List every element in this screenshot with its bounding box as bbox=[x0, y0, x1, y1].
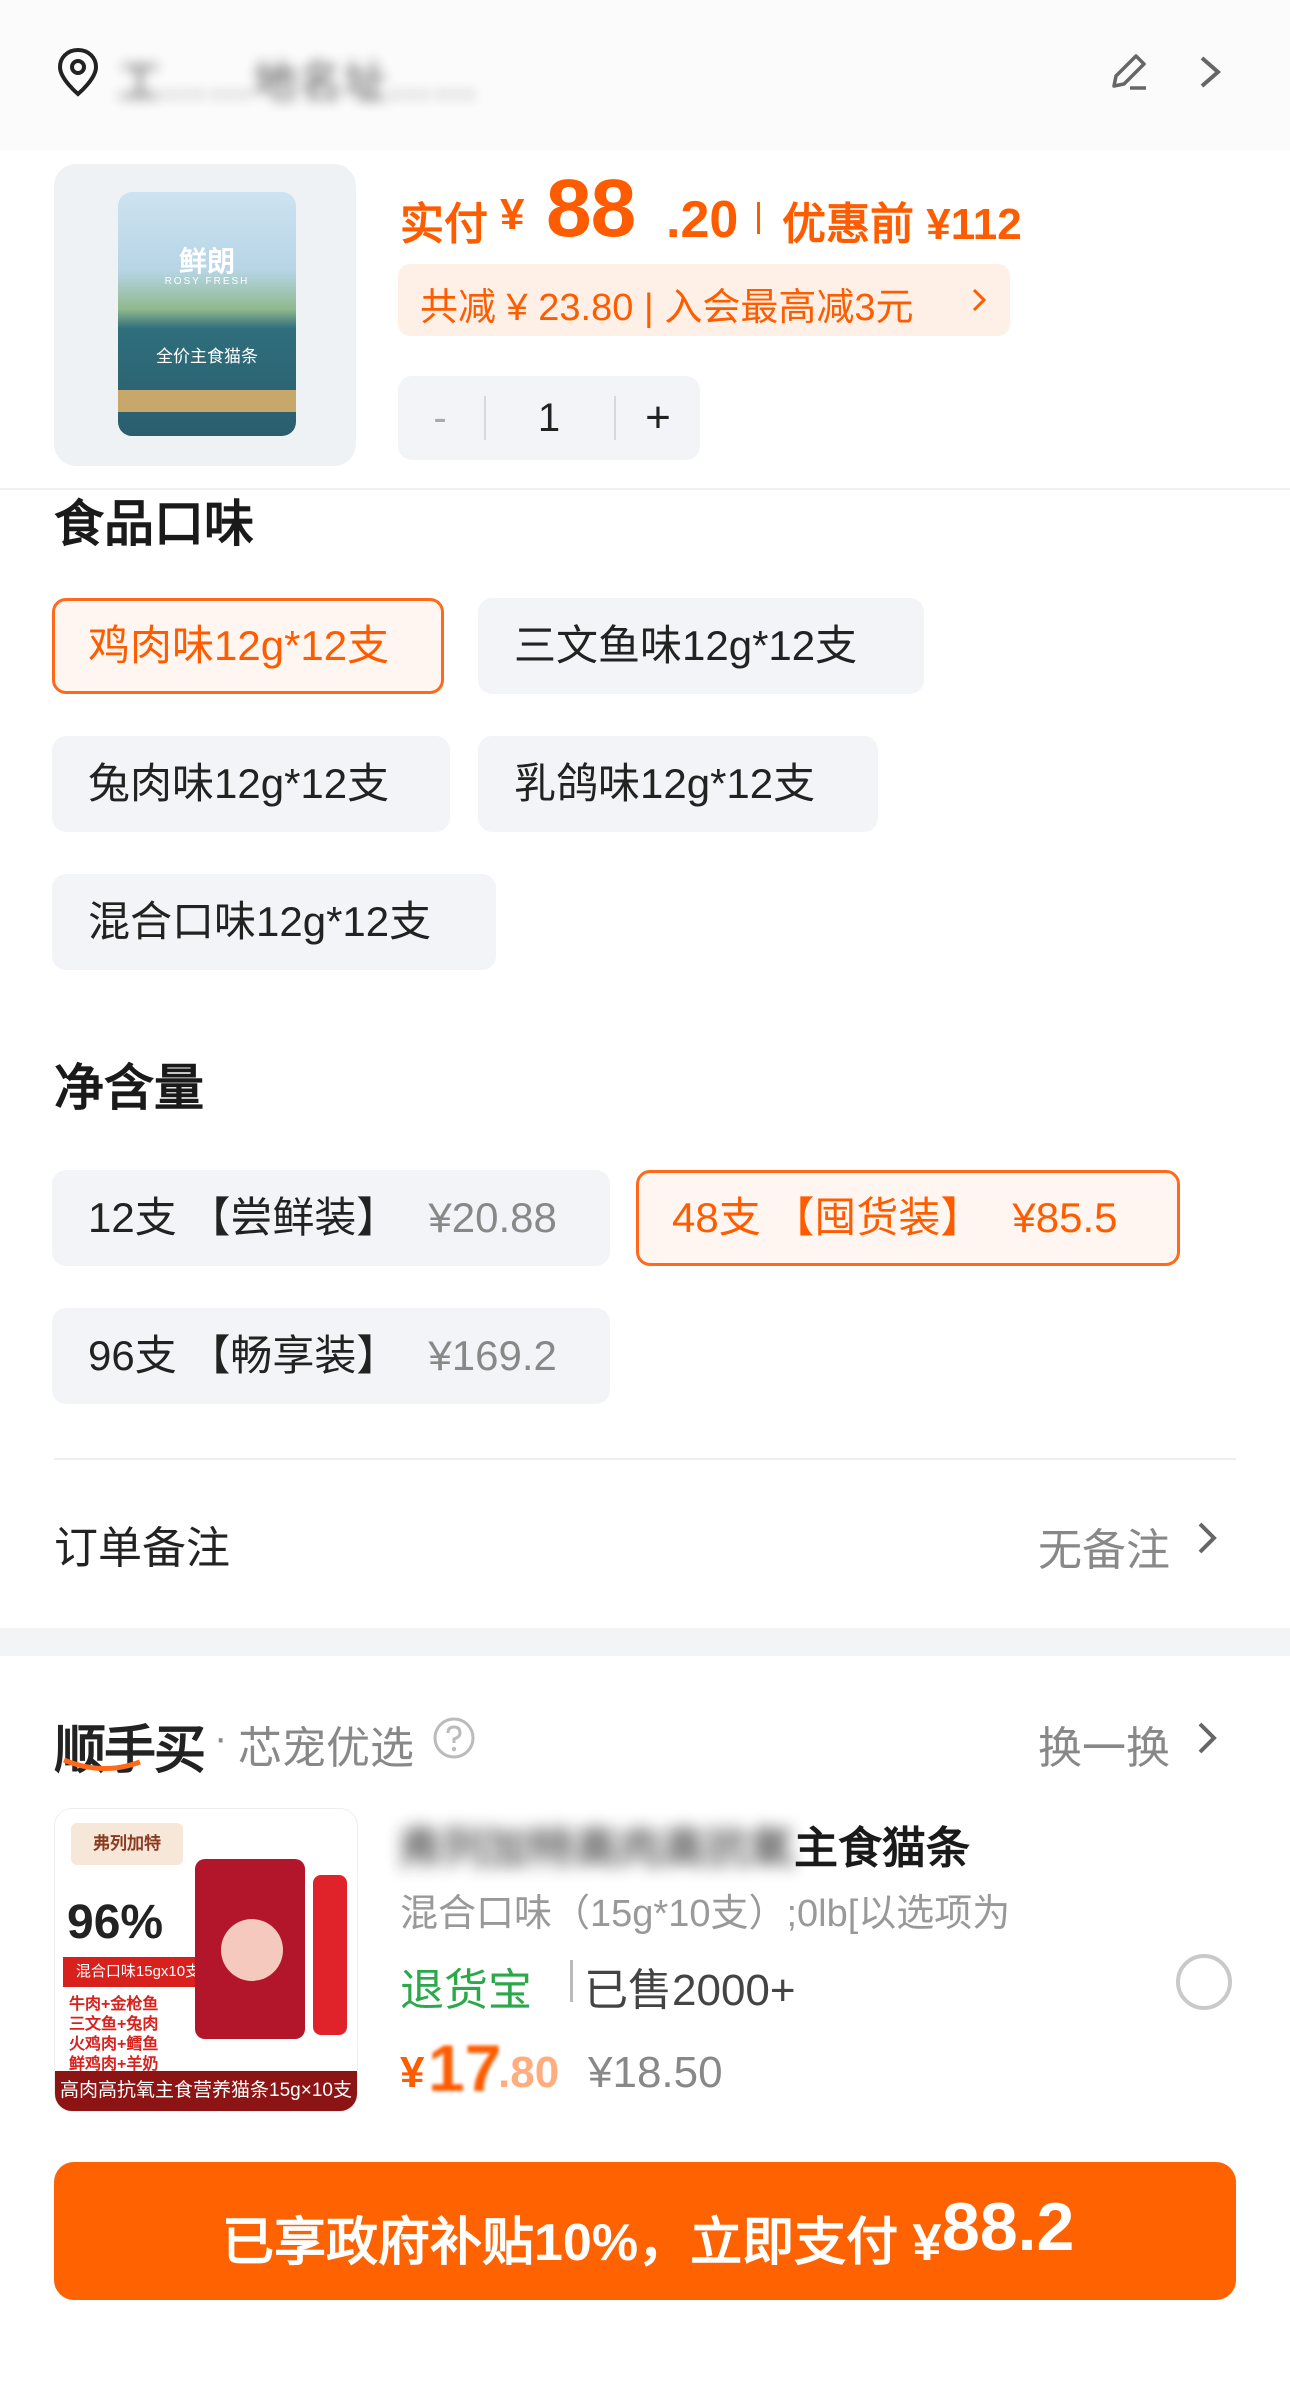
section-gap bbox=[0, 1628, 1290, 1656]
package-stripe bbox=[118, 390, 296, 412]
net-content-title: 净含量 bbox=[54, 1060, 204, 1116]
location-pin-icon bbox=[57, 47, 99, 97]
select-radio[interactable] bbox=[1176, 1954, 1232, 2010]
separator bbox=[570, 1960, 573, 2002]
return-guarantee-badge: 退货宝 bbox=[400, 1966, 532, 2015]
chevron-right-icon bbox=[972, 288, 987, 312]
product-package: 鲜朗 ROSY FRESH 全价主食猫条 bbox=[118, 192, 296, 436]
sold-count: 已售2000+ bbox=[584, 1966, 796, 2015]
net-option-label: 96支 【畅享装】 bbox=[88, 1332, 399, 1379]
price-label: 实付 bbox=[400, 200, 488, 249]
divider bbox=[54, 1458, 1236, 1460]
thumb-ingredient: 三文鱼+兔肉 bbox=[69, 2016, 159, 2033]
decrement-button[interactable]: - bbox=[398, 376, 482, 460]
stepper-divider bbox=[484, 396, 486, 440]
discount-text: 共减 ¥ 23.80 | 入会最高减3元 bbox=[420, 287, 914, 329]
net-option[interactable]: 96支 【畅享装】 ¥169.2 bbox=[52, 1308, 610, 1404]
recommend-price-original: ¥18.50 bbox=[588, 2048, 723, 2097]
increment-button[interactable]: + bbox=[616, 376, 700, 460]
recommend-title-visible: 主食猫条 bbox=[794, 1824, 970, 1873]
net-option-label: 48支 【囤货装】 bbox=[672, 1194, 983, 1241]
price-currency: ¥ bbox=[500, 190, 525, 239]
price-before-discount: 优惠前 ¥112 bbox=[782, 200, 1022, 249]
thumb-ingredients: 牛肉+金枪鱼 三文鱼+兔肉 火鸡肉+鳕鱼 鲜鸡肉+羊奶 bbox=[69, 1995, 158, 2075]
recommend-spec: 混合口味（15g*10支）;0lb[以选项为 bbox=[400, 1893, 1011, 1935]
chevron-right-icon[interactable] bbox=[1192, 52, 1228, 92]
net-option[interactable]: 12支 【尝鲜装】 ¥20.88 bbox=[52, 1170, 610, 1266]
net-option-price: ¥85.5 bbox=[1012, 1194, 1118, 1241]
package-brand-sub: ROSY FRESH bbox=[164, 276, 250, 287]
price-decimal: .20 bbox=[666, 191, 739, 249]
recommend-price-integer: 17 bbox=[428, 2031, 502, 2105]
thumb-ingredient: 牛肉+金枪鱼 bbox=[69, 1996, 159, 2013]
recommend-title-blurred: 弗列加特高肉高抗氧 bbox=[398, 1824, 794, 1873]
edit-icon[interactable] bbox=[1104, 48, 1152, 96]
price-separator bbox=[757, 202, 760, 234]
flavor-option[interactable]: 鸡肉味12g*12支 bbox=[52, 598, 444, 694]
recommend-price-currency: ¥ bbox=[400, 2048, 425, 2097]
package-band: 全价主食猫条 bbox=[156, 347, 258, 366]
recommend-price-decimal: .80 bbox=[498, 2048, 560, 2097]
quantity-value[interactable]: 1 bbox=[488, 376, 610, 460]
product-image: 鲜朗 ROSY FRESH 全价主食猫条 bbox=[54, 164, 356, 466]
thumb-ingredient: 火鸡肉+鳕鱼 bbox=[69, 2036, 159, 2053]
thumb-flavor-band: 混合口味15gx10支 bbox=[63, 1957, 213, 1987]
flavor-option[interactable]: 兔肉味12g*12支 bbox=[52, 736, 450, 832]
recommend-dot: · bbox=[214, 1716, 228, 1760]
chevron-right-icon[interactable] bbox=[1196, 1718, 1220, 1758]
chevron-right-icon[interactable] bbox=[1196, 1518, 1220, 1558]
pay-button-label[interactable]: 已享政府补贴10%，立即支付 ¥ bbox=[222, 2200, 941, 2275]
flavor-option[interactable]: 混合口味12g*12支 bbox=[52, 874, 496, 970]
flavor-option[interactable]: 三文鱼味12g*12支 bbox=[478, 598, 924, 694]
net-option[interactable]: 48支 【囤货装】 ¥85.5 bbox=[636, 1170, 1180, 1266]
recommend-subtitle: 芯宠优选 bbox=[238, 1724, 414, 1773]
address-text: 工……地名址…… bbox=[118, 58, 478, 107]
recommend-product-image[interactable]: 弗列加特 96% 混合口味15gx10支 牛肉+金枪鱼 三文鱼+兔肉 火鸡肉+鳕… bbox=[54, 1808, 358, 2112]
net-option-price: ¥20.88 bbox=[428, 1194, 557, 1241]
thumb-percentage: 96% bbox=[67, 1896, 164, 1949]
thumb-footer: 高肉高抗氧主食营养猫条15g×10支 bbox=[55, 2071, 357, 2111]
swap-button[interactable]: 换一换 bbox=[1038, 1712, 1170, 1776]
order-note-label[interactable]: 订单备注 bbox=[54, 1512, 230, 1576]
price-integer: 88 bbox=[546, 163, 636, 254]
help-icon[interactable] bbox=[432, 1716, 476, 1760]
recommend-title[interactable]: 弗列加特高肉高抗氧主食猫条 bbox=[398, 1812, 970, 1876]
thumb-brand-tag: 弗列加特 bbox=[71, 1823, 183, 1865]
logo-smile-icon bbox=[63, 1758, 141, 1772]
paw-icon bbox=[221, 1919, 283, 1981]
order-note-value[interactable]: 无备注 bbox=[1038, 1514, 1170, 1578]
net-option-price: ¥169.2 bbox=[428, 1332, 557, 1379]
thumb-stick bbox=[313, 1875, 347, 2035]
pay-button-amount[interactable]: 88.2 bbox=[942, 2188, 1074, 2266]
flavor-title: 食品口味 bbox=[54, 496, 254, 552]
net-option-label: 12支 【尝鲜装】 bbox=[88, 1194, 399, 1241]
flavor-option[interactable]: 乳鸽味12g*12支 bbox=[478, 736, 878, 832]
package-brand: 鲜朗 bbox=[178, 246, 235, 277]
